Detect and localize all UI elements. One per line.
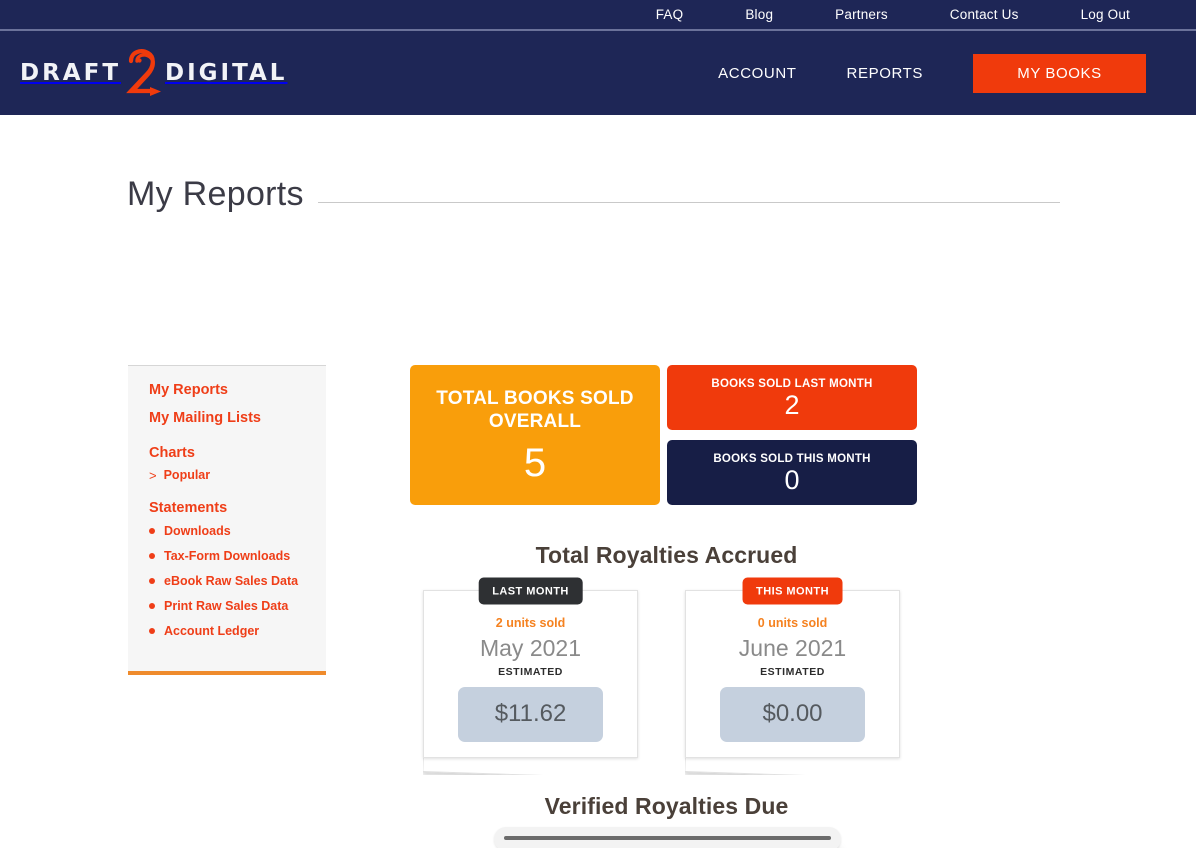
card-fold-decoration [423, 755, 638, 775]
units-sold-text: 0 units sold [757, 616, 828, 630]
sidebar-item-account-ledger[interactable]: Account Ledger [149, 624, 326, 639]
nav-link-account[interactable]: ACCOUNT [718, 65, 796, 82]
utility-link-blog[interactable]: Blog [745, 8, 773, 22]
units-sold-text: 2 units sold [495, 616, 566, 630]
stat-label: TOTAL BOOKS SOLD OVERALL [436, 387, 634, 432]
bullet-icon [149, 603, 155, 610]
sidebar-item-my-reports[interactable]: My Reports [149, 382, 326, 399]
sidebar-item-label: Tax-Form Downloads [164, 548, 291, 563]
brand-word-right: DIGITAL [165, 59, 288, 86]
sidebar-item-label: Account Ledger [164, 623, 260, 638]
my-books-button[interactable]: MY BOOKS [973, 53, 1146, 93]
brand-word-left: DRAFT [20, 59, 122, 86]
nav-link-reports[interactable]: REPORTS [847, 65, 923, 82]
sidebar-item-label: eBook Raw Sales Data [164, 573, 299, 588]
chevron-right-icon: > [149, 468, 157, 484]
section-heading-verified-royalties-due: Verified Royalties Due [544, 793, 789, 819]
stat-label: BOOKS SOLD THIS MONTH [713, 453, 871, 466]
estimated-label: ESTIMATED [760, 665, 825, 678]
sidebar-item-tax-form-downloads[interactable]: Tax-Form Downloads [149, 549, 326, 564]
main-nav-links: ACCOUNT REPORTS MY BOOKS [718, 31, 1196, 115]
title-divider [317, 202, 1060, 203]
stat-value: 5 [523, 441, 547, 486]
status-badge: LAST MONTH [478, 577, 583, 605]
utility-link-partners[interactable]: Partners [835, 8, 888, 22]
sidebar-item-downloads[interactable]: Downloads [149, 524, 326, 539]
verified-royalties-receipt: $11.99 [410, 827, 923, 848]
month-label: June 2021 [738, 634, 847, 661]
sidebar-item-popular[interactable]: > Popular [149, 468, 326, 483]
sidebar-item-print-raw-sales-data[interactable]: Print Raw Sales Data [149, 599, 326, 614]
stat-card-total-books-sold: TOTAL BOOKS SOLD OVERALL 5 [410, 365, 660, 505]
utility-link-contact-us[interactable]: Contact Us [950, 8, 1019, 22]
bullet-icon [149, 528, 155, 535]
royalty-amount: $11.62 [458, 686, 603, 742]
royalty-card-last-month: LAST MONTH 2 units sold May 2021 ESTIMAT… [423, 577, 638, 758]
sidebar-heading-statements: Statements [149, 500, 228, 517]
utility-link-log-out[interactable]: Log Out [1081, 8, 1130, 22]
bullet-icon [149, 628, 155, 635]
card-fold-decoration [685, 755, 900, 775]
sidebar-statements-list: Downloads Tax-Form Downloads eBook Raw S… [149, 524, 326, 639]
brand-logo[interactable]: DRAFT DIGITAL [20, 49, 288, 96]
estimated-label: ESTIMATED [498, 665, 563, 678]
main-nav-bar: DRAFT DIGITAL ACCOUNT REPORTS MY BOOKS [0, 31, 1196, 115]
receipt-printer-slot-icon [494, 827, 841, 848]
sidebar-heading-charts: Charts [149, 444, 195, 461]
sidebar-item-ebook-raw-sales-data[interactable]: eBook Raw Sales Data [149, 574, 326, 589]
stat-label: BOOKS SOLD LAST MONTH [711, 378, 873, 391]
section-heading-total-royalties-accrued: Total Royalties Accrued [535, 542, 798, 568]
sidebar-item-label: Print Raw Sales Data [164, 598, 289, 613]
stat-value: 2 [784, 390, 800, 421]
month-label: May 2021 [479, 634, 581, 661]
brand-numeral-two-icon [121, 49, 165, 96]
royalty-amount: $0.00 [720, 686, 865, 742]
sidebar-item-label: Popular [163, 468, 211, 483]
royalty-card-content: 0 units sold June 2021 ESTIMATED $0.00 [686, 591, 899, 742]
page-title-row: My Reports [127, 177, 1060, 211]
utility-link-faq[interactable]: FAQ [656, 8, 684, 22]
sidebar-item-label: Downloads [164, 523, 231, 538]
royalty-card-content: 2 units sold May 2021 ESTIMATED $11.62 [424, 591, 637, 742]
page-title: My Reports [127, 175, 304, 213]
stat-card-books-sold-last-month: BOOKS SOLD LAST MONTH 2 [667, 365, 917, 430]
status-badge: THIS MONTH [742, 577, 843, 605]
stat-value: 0 [784, 465, 800, 496]
utility-nav-bar: FAQ Blog Partners Contact Us Log Out [0, 0, 1196, 31]
bullet-icon [149, 553, 155, 560]
royalty-cards-wrapper: LAST MONTH 2 units sold May 2021 ESTIMAT… [410, 577, 923, 758]
royalty-card-this-month: THIS MONTH 0 units sold June 2021 ESTIMA… [685, 577, 900, 758]
stat-card-books-sold-this-month: BOOKS SOLD THIS MONTH 0 [667, 440, 917, 505]
page-body: My Reports My Reports My Mailing Lists C… [0, 115, 1196, 848]
bullet-icon [149, 578, 155, 585]
reports-sidebar: My Reports My Mailing Lists Charts > Pop… [128, 365, 326, 675]
sidebar-item-my-mailing-lists[interactable]: My Mailing Lists [149, 410, 326, 427]
